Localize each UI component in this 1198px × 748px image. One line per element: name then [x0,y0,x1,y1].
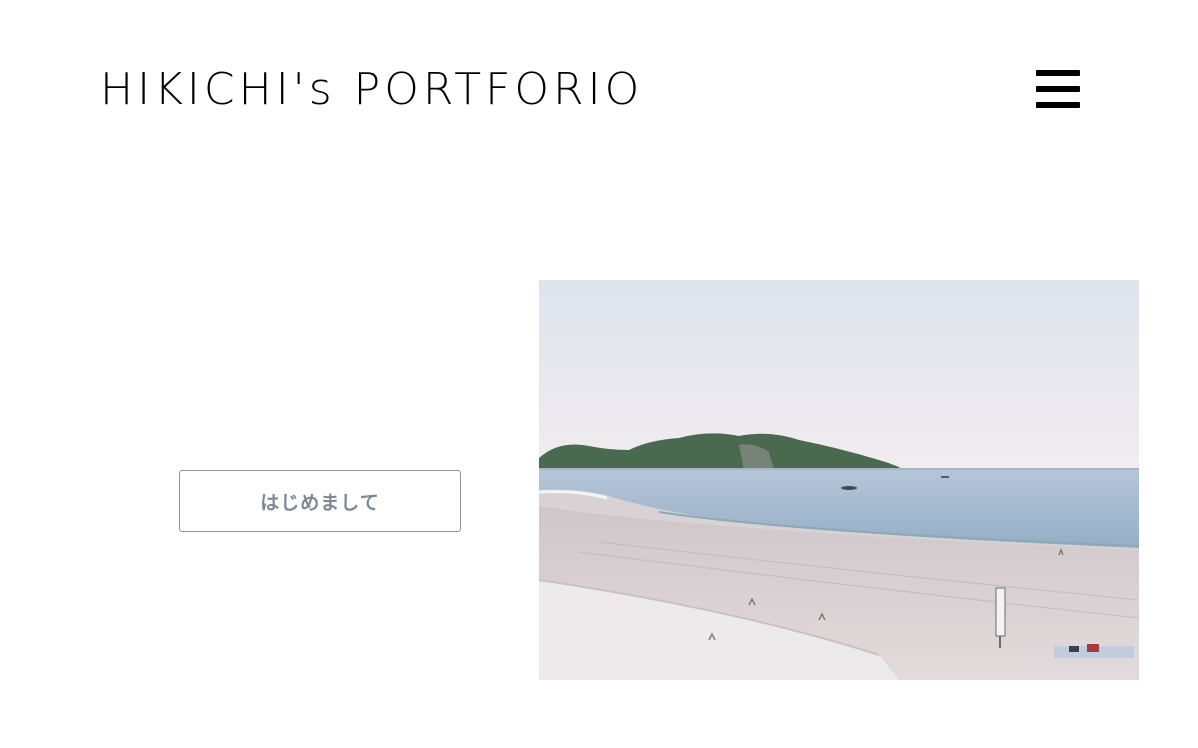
sign-post [995,587,1006,637]
sky [539,280,1139,470]
hamburger-menu-icon-bar [1036,102,1080,108]
hamburger-menu-icon [1036,70,1080,76]
hamburger-menu-button[interactable] [1036,70,1080,110]
hero-beach-image [539,280,1139,680]
hamburger-menu-icon-bar [1036,86,1080,92]
intro-button[interactable]: はじめまして [179,470,461,532]
site-title[interactable]: HIKICHI's PORTFORIO [100,62,643,118]
